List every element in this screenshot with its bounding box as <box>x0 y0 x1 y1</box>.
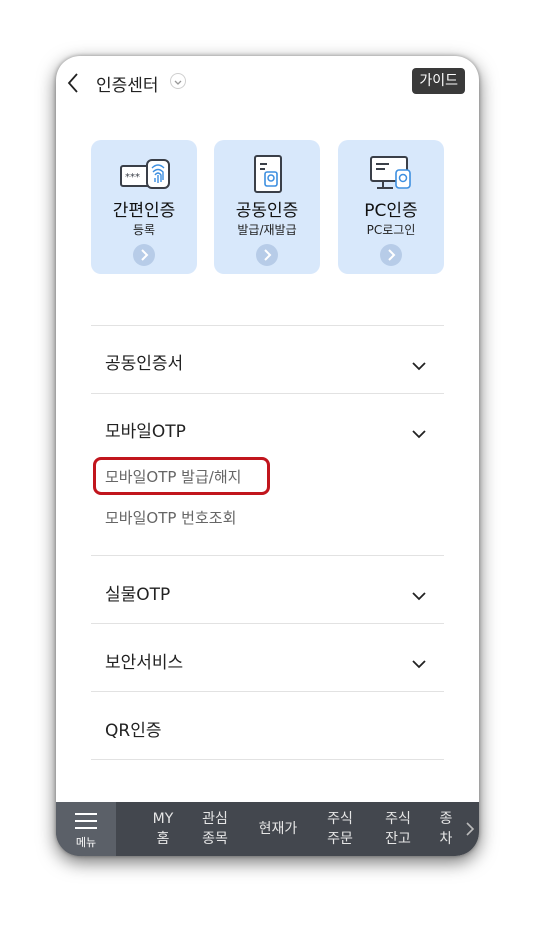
tab-label: MY <box>152 811 174 827</box>
phone-screen: 인증센터 가이드 *** 간편인증 등록 공동인증 발급/재발급 PC인증 PC… <box>56 56 479 856</box>
card-simple-auth[interactable]: *** 간편인증 등록 <box>91 140 197 274</box>
divider <box>91 325 444 326</box>
card-joint-auth[interactable]: 공동인증 발급/재발급 <box>214 140 320 274</box>
chevron-down-icon[interactable] <box>411 424 427 439</box>
page-title: 인증센터 <box>96 76 159 96</box>
divider <box>91 393 444 394</box>
card-subtitle: 등록 <box>132 223 156 237</box>
hamburger-icon <box>75 813 97 829</box>
card-title: 간편인증 <box>112 201 176 221</box>
menu-button[interactable]: 메뉴 <box>56 802 116 856</box>
fingerprint-card-icon: *** <box>91 154 197 196</box>
accordion-qr-auth[interactable]: QR인증 <box>105 716 161 741</box>
chevron-right-icon[interactable] <box>256 244 278 266</box>
tab-label: 종목 <box>202 831 228 847</box>
tab-stock-balance[interactable]: 주식 잔고 <box>376 802 420 856</box>
chevron-right-icon[interactable] <box>133 244 155 266</box>
chevron-right-icon[interactable] <box>464 820 476 838</box>
card-title: 공동인증 <box>235 201 299 221</box>
card-title: PC인증 <box>364 201 418 221</box>
tab-partial[interactable]: 종 차 <box>438 802 454 856</box>
chevron-down-icon[interactable] <box>411 586 427 601</box>
highlight-box <box>93 457 270 495</box>
tab-stock-order[interactable]: 주식 주문 <box>318 802 362 856</box>
mobile-otp-lookup-link[interactable]: 모바일OTP 번호조회 <box>105 507 236 528</box>
tab-label: 주식 <box>385 811 411 827</box>
chevron-down-icon[interactable] <box>170 73 186 89</box>
tab-current-price[interactable]: 현재가 <box>251 802 305 856</box>
guide-button[interactable]: 가이드 <box>412 68 465 94</box>
accordion-physical-otp[interactable]: 실물OTP <box>105 580 170 605</box>
divider <box>91 691 444 692</box>
divider <box>91 759 444 760</box>
svg-text:***: *** <box>125 172 140 183</box>
card-subtitle: PC로그인 <box>366 223 416 237</box>
card-subtitle: 발급/재발급 <box>237 223 297 237</box>
tab-label: 관심 <box>202 811 228 827</box>
chevron-right-icon[interactable] <box>380 244 402 266</box>
certificate-document-icon <box>214 154 320 196</box>
header: 인증센터 가이드 <box>56 56 479 112</box>
tab-label: 주식 <box>327 811 353 827</box>
divider <box>91 623 444 624</box>
bottom-nav: 메뉴 MY 홈 관심 종목 현재가 주식 주문 주식 잔고 종 차 <box>56 802 479 856</box>
tab-label: 잔고 <box>385 831 411 847</box>
tab-label: 홈 <box>156 831 170 847</box>
tab-label: 현재가 <box>258 821 298 837</box>
pc-certificate-icon <box>338 154 444 196</box>
divider <box>91 555 444 556</box>
tab-label: 종 <box>439 811 453 827</box>
menu-label: 메뉴 <box>75 836 97 849</box>
back-arrow-icon[interactable] <box>62 69 86 97</box>
chevron-down-icon[interactable] <box>411 356 427 371</box>
tab-my-home[interactable]: MY 홈 <box>141 802 185 856</box>
card-pc-auth[interactable]: PC인증 PC로그인 <box>338 140 444 274</box>
accordion-security-service[interactable]: 보안서비스 <box>105 648 183 673</box>
tab-label: 주문 <box>327 831 353 847</box>
tab-label: 차 <box>439 831 453 847</box>
tab-watchlist[interactable]: 관심 종목 <box>193 802 237 856</box>
chevron-down-icon[interactable] <box>411 654 427 669</box>
accordion-mobile-otp[interactable]: 모바일OTP <box>105 417 186 442</box>
accordion-joint-certificate[interactable]: 공동인증서 <box>105 349 183 374</box>
